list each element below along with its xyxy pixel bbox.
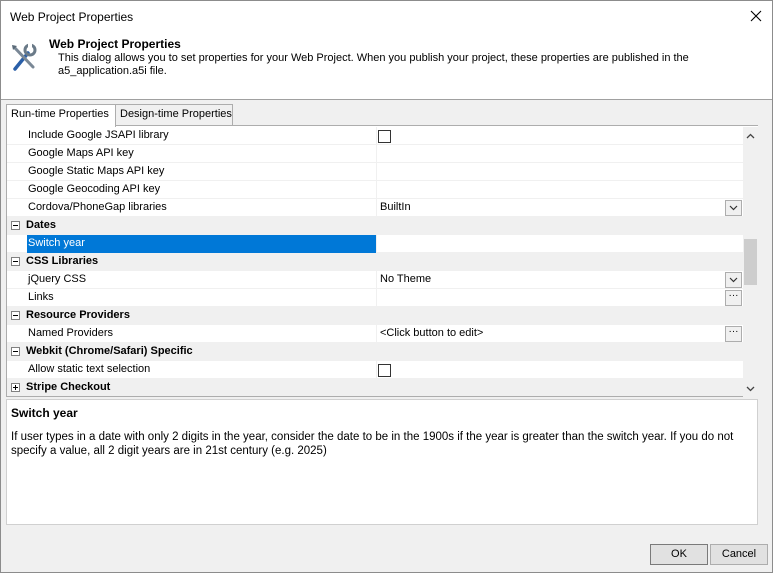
property-row[interactable]: Links ··· [7, 289, 743, 307]
property-value[interactable] [376, 145, 743, 163]
category-name: CSS Libraries [26, 255, 99, 267]
collapse-icon[interactable] [11, 347, 20, 356]
chevron-down-icon [729, 277, 738, 283]
property-name: Google Maps API key [28, 147, 134, 159]
dropdown-button[interactable] [725, 272, 742, 288]
property-value[interactable] [376, 163, 743, 181]
cancel-button[interactable]: Cancel [710, 544, 768, 565]
window-title: Web Project Properties [10, 10, 134, 24]
category-row[interactable]: Webkit (Chrome/Safari) Specific [7, 343, 743, 361]
category-name: Dates [26, 219, 56, 231]
category-name: Webkit (Chrome/Safari) Specific [26, 345, 193, 357]
property-row[interactable]: Google Geocoding API key [7, 181, 743, 199]
tab-label: Run-time Properties [11, 108, 109, 120]
ellipsis-icon: ··· [728, 326, 739, 337]
allow-static-text-selection-checkbox[interactable] [378, 364, 391, 377]
property-row[interactable]: Named Providers <Click button to edit> ·… [7, 325, 743, 343]
title-bar: Web Project Properties [1, 1, 772, 32]
collapse-icon[interactable] [11, 311, 20, 320]
tab-run-time-properties[interactable]: Run-time Properties [6, 104, 116, 127]
dialog-window: Web Project Properties Web Project Prope… [0, 0, 773, 573]
collapse-icon[interactable] [11, 257, 20, 266]
property-name: Switch year [27, 235, 376, 253]
property-row[interactable]: jQuery CSS No Theme [7, 271, 743, 289]
property-value[interactable]: ··· [376, 289, 743, 307]
vertical-scrollbar[interactable] [743, 127, 758, 397]
close-button[interactable] [740, 1, 772, 31]
ok-button[interactable]: OK [650, 544, 708, 565]
ellipsis-button[interactable]: ··· [725, 326, 742, 342]
property-value[interactable]: No Theme [376, 271, 743, 289]
tab-label: Design-time Properties [120, 108, 232, 120]
property-name: Google Geocoding API key [28, 183, 161, 195]
header-description: This dialog allows you to set properties… [58, 52, 689, 77]
property-name: jQuery CSS [28, 273, 87, 285]
property-name: Links [28, 291, 54, 303]
property-value-text: No Theme [380, 273, 432, 285]
cancel-button-label: Cancel [721, 548, 757, 560]
category-row[interactable]: Stripe Checkout [7, 379, 743, 396]
scroll-up-button[interactable] [743, 127, 758, 144]
ellipsis-button[interactable]: ··· [725, 290, 742, 306]
description-text: If user types in a date with only 2 digi… [11, 431, 734, 457]
tab-design-time-properties[interactable]: Design-time Properties [115, 104, 233, 126]
description-panel: Switch year If user types in a date with… [6, 399, 758, 525]
property-row[interactable]: Include Google JSAPI library [7, 127, 743, 145]
collapse-icon[interactable] [11, 221, 20, 230]
chevron-down-icon [729, 205, 738, 211]
ellipsis-icon: ··· [728, 290, 739, 301]
property-value [376, 361, 743, 379]
header-title: Web Project Properties [49, 37, 181, 51]
property-name: Allow static text selection [28, 363, 151, 375]
dialog-header: Web Project Properties This dialog allow… [1, 32, 772, 100]
scroll-down-button[interactable] [743, 380, 758, 397]
chevron-up-icon [746, 133, 755, 138]
property-row[interactable]: Google Maps API key [7, 145, 743, 163]
description-title: Switch year [11, 406, 78, 420]
close-icon [750, 10, 762, 22]
property-row[interactable]: Allow static text selection [7, 361, 743, 379]
scroll-thumb[interactable] [744, 239, 757, 285]
property-value[interactable] [376, 235, 743, 253]
ok-button-label: OK [671, 548, 687, 560]
property-row[interactable]: Cordova/PhoneGap libraries BuiltIn [7, 199, 743, 217]
expand-icon[interactable] [11, 383, 20, 392]
category-name: Resource Providers [26, 309, 130, 321]
include-google-jsapi-checkbox[interactable] [378, 130, 391, 143]
category-row[interactable]: Resource Providers [7, 307, 743, 325]
property-value [376, 127, 743, 145]
chevron-down-icon [746, 386, 755, 391]
property-grid: Include Google JSAPI library Google Maps… [6, 125, 758, 397]
dropdown-button[interactable] [725, 200, 742, 216]
property-row[interactable]: Google Static Maps API key [7, 163, 743, 181]
property-value-text: BuiltIn [380, 201, 411, 213]
property-name: Google Static Maps API key [28, 165, 165, 177]
property-name: Named Providers [28, 327, 113, 339]
tools-icon [12, 43, 37, 71]
property-value[interactable]: BuiltIn [376, 199, 743, 217]
property-name: Include Google JSAPI library [28, 129, 169, 141]
category-row[interactable]: Dates [7, 217, 743, 235]
property-row[interactable]: Switch year [7, 235, 743, 253]
property-value[interactable]: <Click button to edit> ··· [376, 325, 743, 343]
property-value[interactable] [376, 181, 743, 199]
category-row[interactable]: CSS Libraries [7, 253, 743, 271]
property-name: Cordova/PhoneGap libraries [28, 201, 167, 213]
category-name: Stripe Checkout [26, 381, 111, 393]
property-value-text: <Click button to edit> [380, 327, 484, 339]
